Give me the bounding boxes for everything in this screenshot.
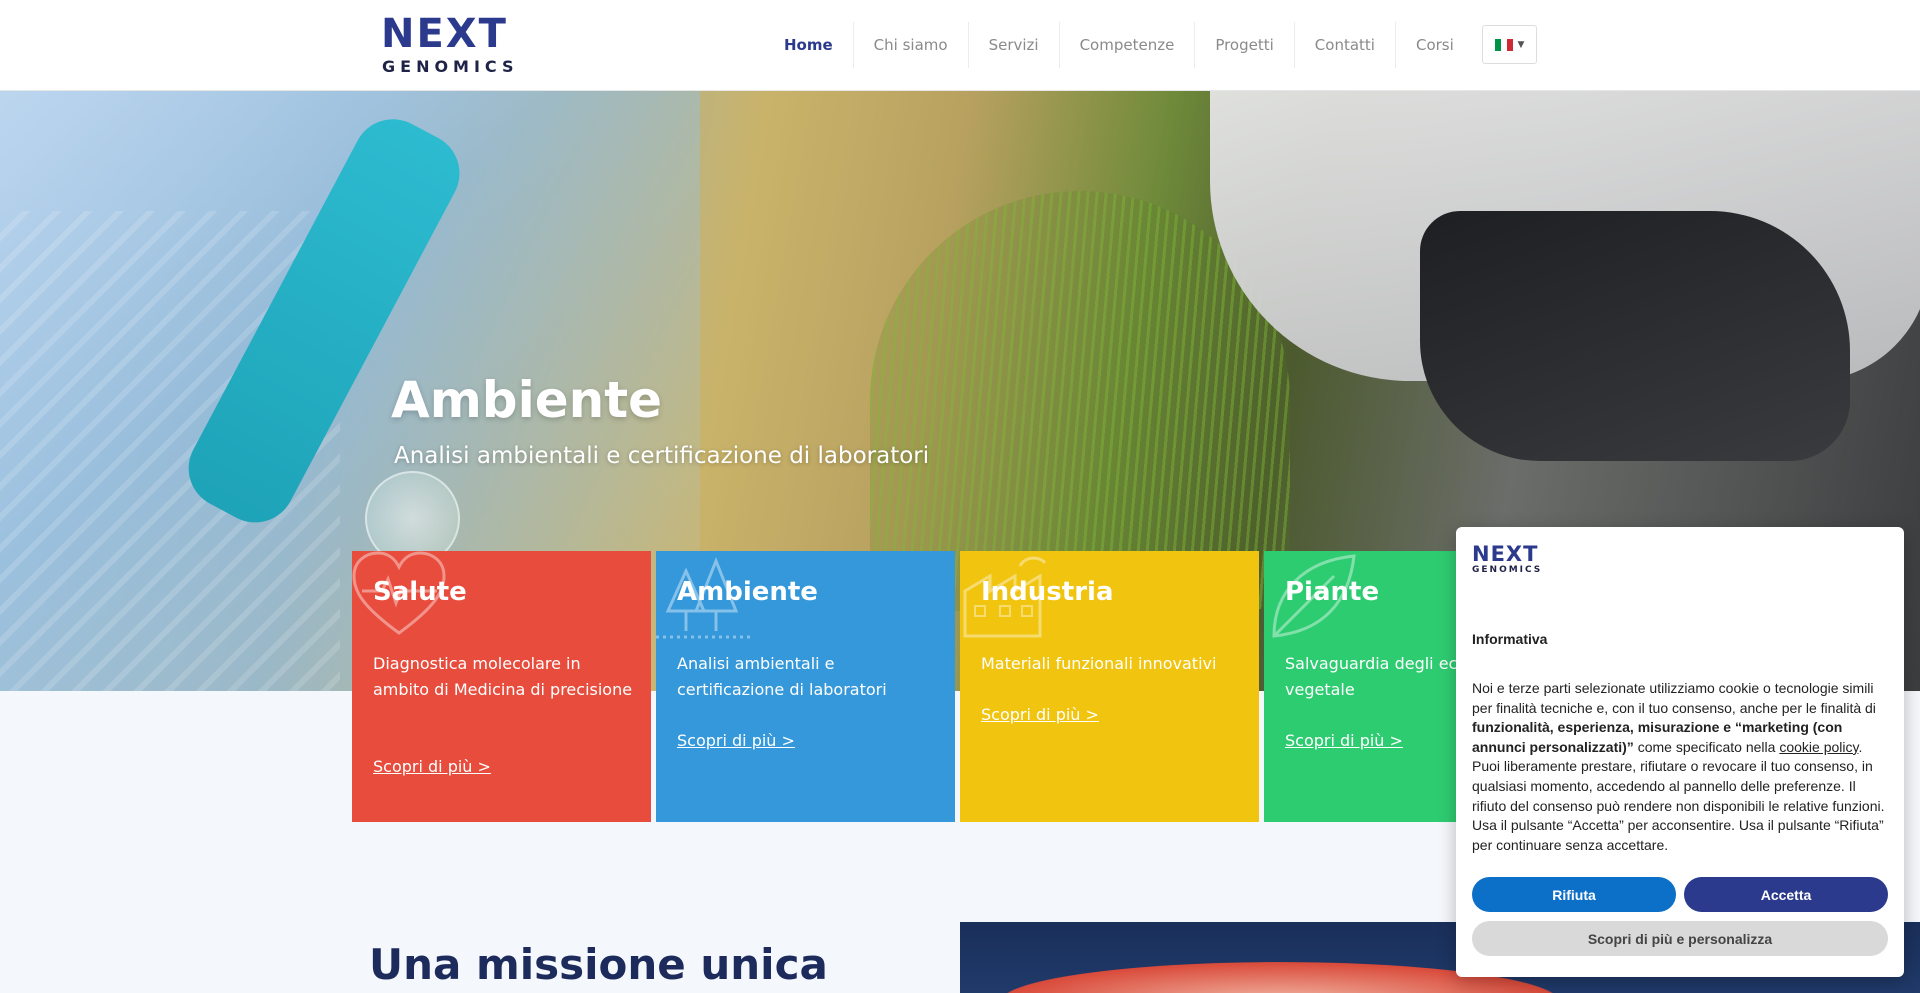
cookie-title: Informativa: [1472, 631, 1548, 647]
accept-button[interactable]: Accetta: [1684, 877, 1888, 912]
nav-chi-siamo[interactable]: Chi siamo: [854, 22, 969, 68]
nav-servizi[interactable]: Servizi: [969, 22, 1060, 68]
cookie-logo-subtitle: GENOMICS: [1472, 565, 1543, 575]
logo-subtitle: GENOMICS: [382, 57, 519, 76]
reject-button[interactable]: Rifiuta: [1472, 877, 1676, 912]
cookie-logo: NEXT GENOMICS: [1472, 543, 1552, 581]
hero-boot-image: [1420, 211, 1850, 461]
customize-button[interactable]: Scopri di più e personalizza: [1472, 921, 1888, 956]
logo-wordmark: NEXT: [381, 11, 508, 57]
card-ambiente[interactable]: Ambiente Analisi ambientali e certificaz…: [656, 551, 955, 822]
hero-subtitle: Analisi ambientali e certificazione di l…: [394, 443, 930, 469]
card-title: Industria: [981, 577, 1114, 607]
cookie-logo-wordmark: NEXT: [1472, 542, 1539, 566]
cookie-banner: NEXT GENOMICS Informativa Noi e terze pa…: [1456, 527, 1904, 977]
card-title: Ambiente: [677, 577, 818, 607]
cookie-text: Noi e terze parti selezionate utilizziam…: [1472, 680, 1885, 853]
card-description: Diagnostica molecolare in ambito di Medi…: [373, 654, 633, 699]
cookie-policy-link[interactable]: cookie policy: [1779, 739, 1858, 755]
main-nav: Home Chi siamo Servizi Competenze Proget…: [764, 22, 1474, 68]
card-title: Salute: [373, 577, 467, 607]
nav-home[interactable]: Home: [764, 22, 854, 68]
nav-competenze[interactable]: Competenze: [1060, 22, 1196, 68]
nav-contatti[interactable]: Contatti: [1295, 22, 1396, 68]
card-salute[interactable]: Salute Diagnostica molecolare in ambito …: [352, 551, 651, 822]
hero-title: Ambiente: [391, 371, 663, 429]
italy-flag-icon: [1494, 38, 1513, 51]
site-header: NEXT GENOMICS Home Chi siamo Servizi Com…: [0, 0, 1920, 91]
card-title: Piante: [1285, 577, 1380, 607]
language-selector[interactable]: ▼: [1482, 25, 1537, 64]
card-industria[interactable]: Industria Materiali funzionali innovativ…: [960, 551, 1259, 822]
mission-heading: Una missione unica: [369, 940, 828, 989]
site-logo[interactable]: NEXT GENOMICS: [381, 14, 531, 78]
card-link[interactable]: Scopri di più >: [981, 705, 1099, 724]
nav-progetti[interactable]: Progetti: [1195, 22, 1295, 68]
card-link[interactable]: Scopri di più >: [677, 731, 795, 750]
card-description: Materiali funzionali innovativi: [981, 654, 1217, 673]
card-link[interactable]: Scopri di più >: [1285, 731, 1403, 750]
chevron-down-icon: ▼: [1517, 39, 1525, 50]
card-description: Analisi ambientali e certificazione di l…: [677, 654, 887, 699]
nav-corsi[interactable]: Corsi: [1396, 22, 1474, 68]
card-link[interactable]: Scopri di più >: [373, 757, 491, 776]
